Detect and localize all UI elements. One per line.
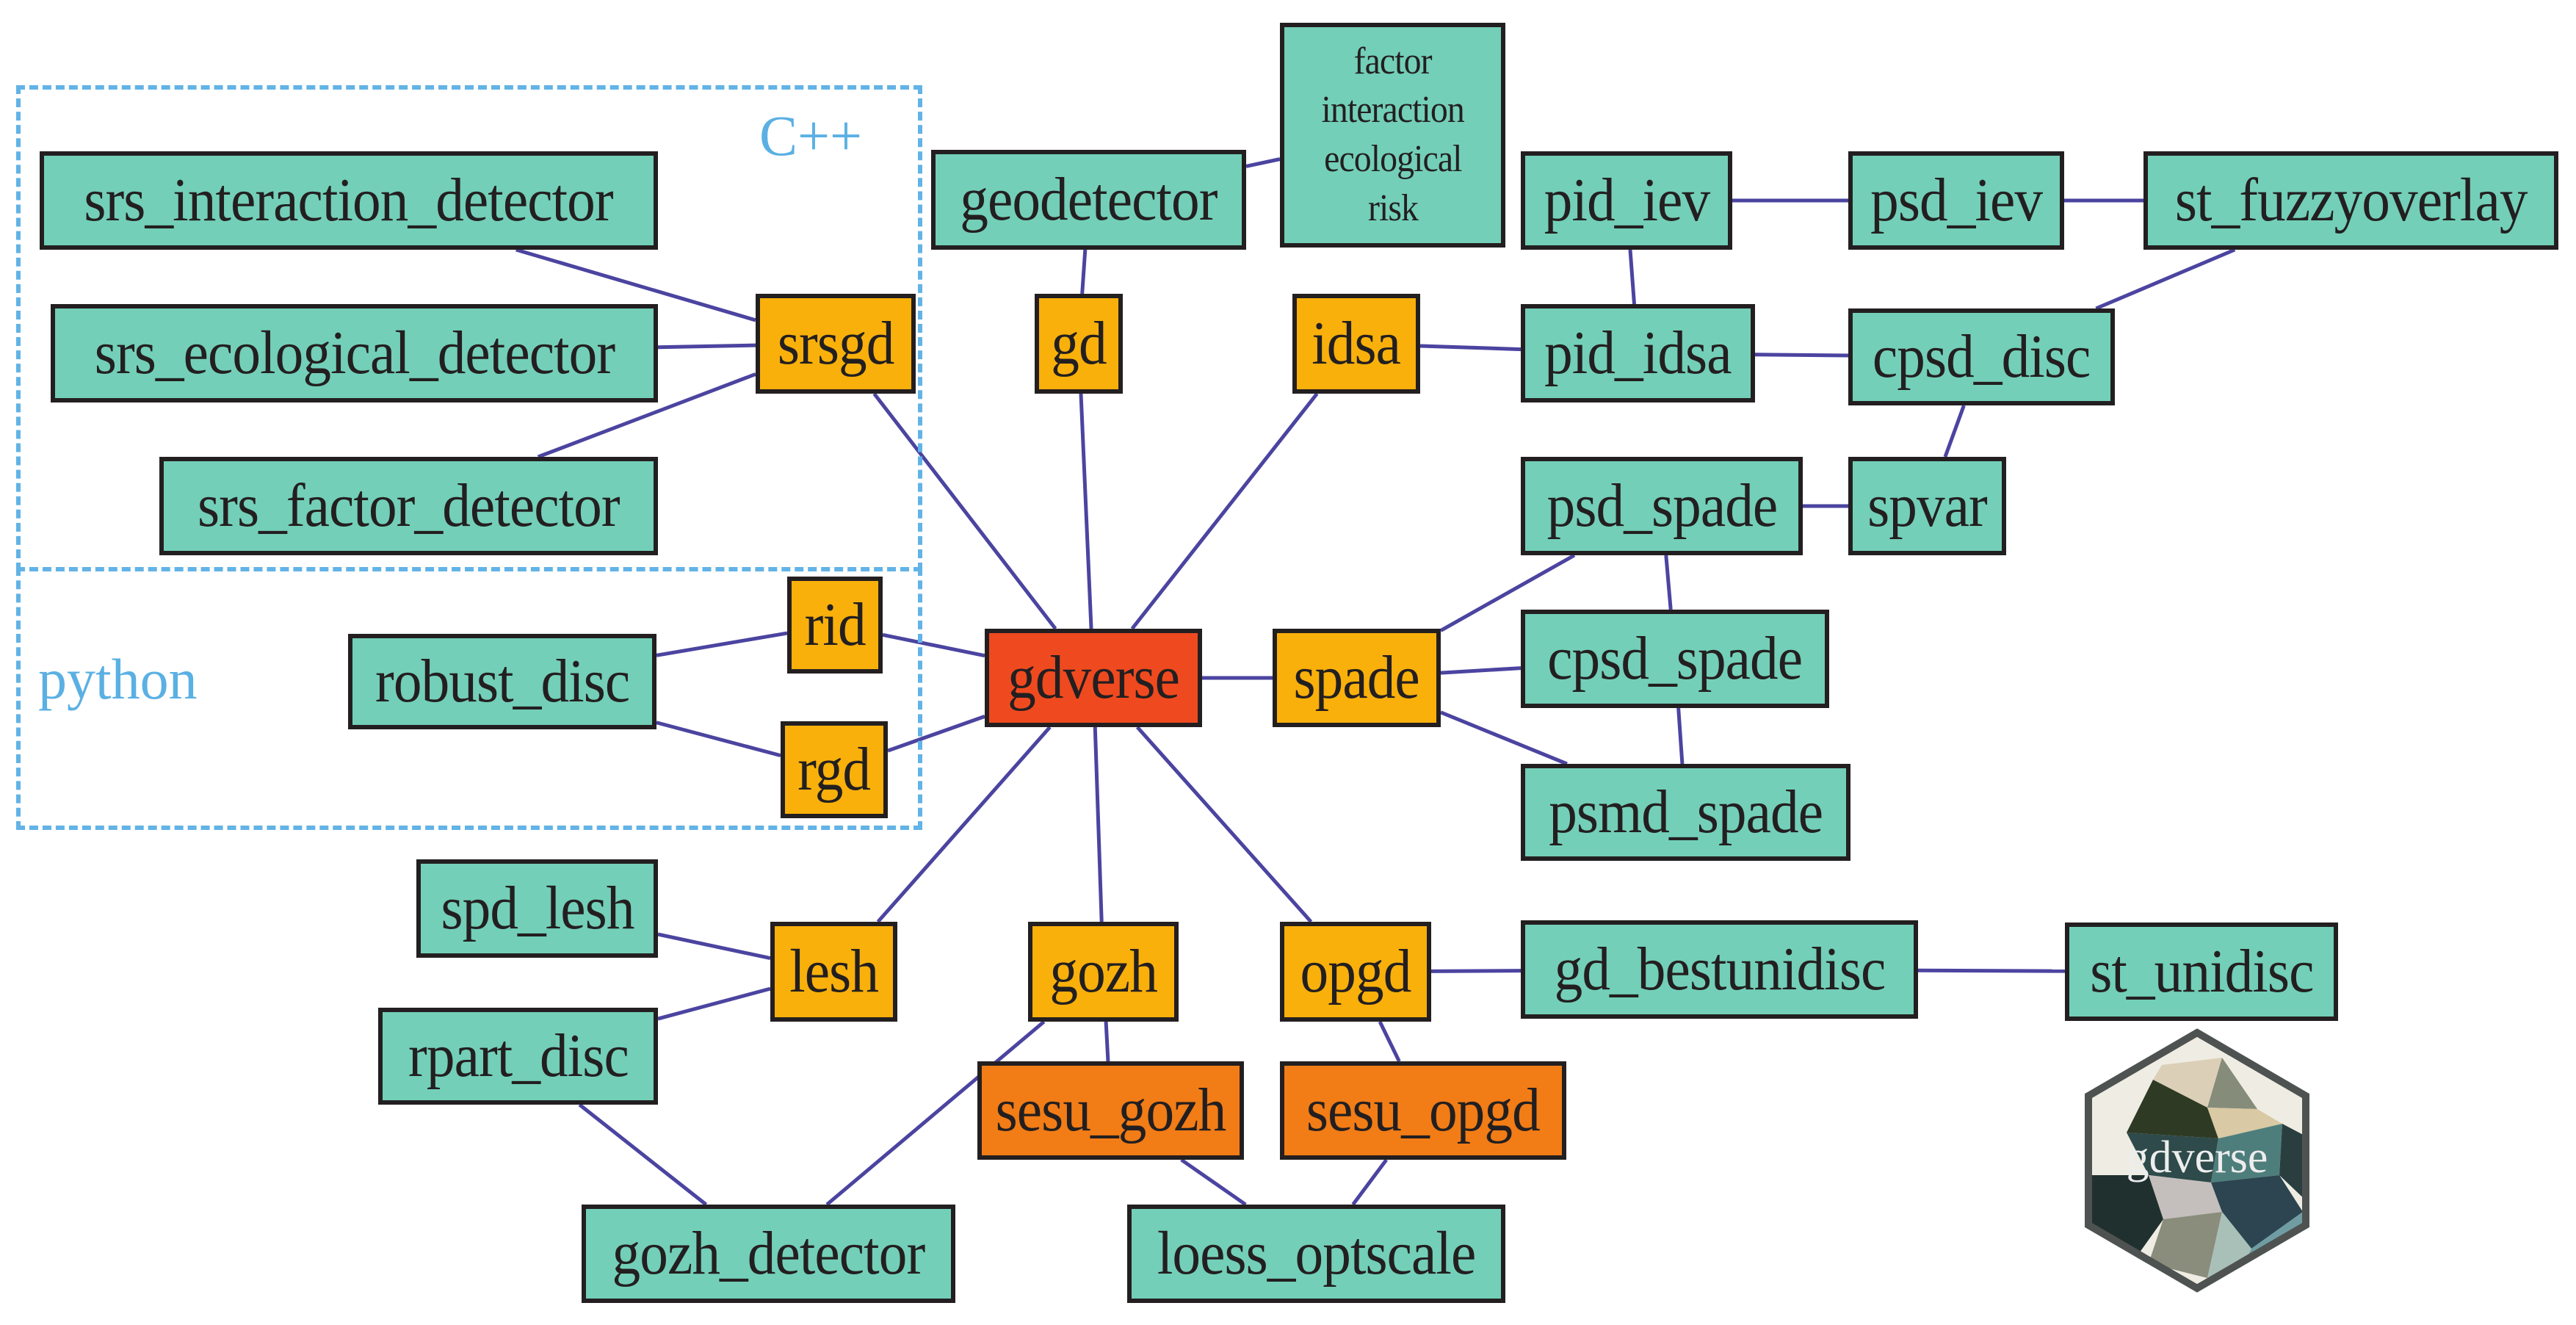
node-pid-iev: pid_iev bbox=[1521, 151, 1732, 250]
node-srs-factor-detector: srs_factor_detector bbox=[159, 457, 658, 555]
edge-gd-gdverse bbox=[1079, 393, 1093, 629]
node-robust-disc: robust_disc bbox=[348, 634, 656, 729]
edge-cpsd_spade-psmd_spade bbox=[1676, 707, 1685, 765]
node-spade: spade bbox=[1273, 629, 1441, 727]
node-label: opgd bbox=[1300, 937, 1412, 1006]
node-label: st_fuzzyoverlay bbox=[2174, 166, 2528, 234]
node-label: psd_spade bbox=[1546, 472, 1778, 540]
node-label: lesh bbox=[789, 937, 879, 1006]
logo-text: gdverse bbox=[2127, 1133, 2268, 1183]
node-label: pid_idsa bbox=[1544, 319, 1732, 387]
node-label: st_unidisc bbox=[2089, 937, 2314, 1006]
node-st-unidisc: st_unidisc bbox=[2065, 923, 2338, 1021]
node-factor-interaction-ecological-risk: factor interaction ecological risk bbox=[1280, 23, 1505, 248]
node-label: psd_iev bbox=[1870, 166, 2043, 234]
node-label: sesu_opgd bbox=[1306, 1076, 1541, 1144]
node-label: gd_bestunidisc bbox=[1554, 935, 1886, 1003]
node-cpsd-disc: cpsd_disc bbox=[1848, 308, 2115, 405]
edge-cpsd_disc-st_fuzzyoverlay bbox=[2095, 248, 2236, 311]
edge-sesu_opgd-loess_optscale bbox=[1351, 1158, 1389, 1206]
node-rid: rid bbox=[787, 577, 883, 674]
node-label-line: risk bbox=[1367, 187, 1418, 229]
node-label: cpsd_spade bbox=[1547, 624, 1803, 693]
node-srs-interaction-detector: srs_interaction_detector bbox=[40, 151, 658, 250]
node-label: srs_ecological_detector bbox=[94, 319, 615, 387]
node-rgd: rgd bbox=[781, 721, 888, 818]
node-label: sesu_gozh bbox=[995, 1076, 1227, 1144]
edge-spade-cpsd_spade bbox=[1440, 666, 1522, 675]
diagram-canvas: C++ python srs_interaction_detector srs_… bbox=[0, 0, 2576, 1325]
node-psd-spade: psd_spade bbox=[1521, 457, 1803, 555]
node-sesu-opgd: sesu_opgd bbox=[1280, 1061, 1566, 1160]
edge-opgd-gd_bestunidisc bbox=[1430, 969, 1522, 973]
node-label: gozh bbox=[1049, 937, 1157, 1006]
node-spd-lesh: spd_lesh bbox=[416, 859, 658, 958]
node-gdverse: gdverse bbox=[985, 629, 1202, 727]
node-gd: gd bbox=[1035, 294, 1123, 394]
node-label: idsa bbox=[1311, 309, 1402, 378]
node-label: cpsd_disc bbox=[1873, 322, 2091, 391]
node-lesh: lesh bbox=[770, 922, 897, 1022]
node-psmd-spade: psmd_spade bbox=[1521, 764, 1850, 861]
edge-sesu_gozh-loess_optscale bbox=[1180, 1158, 1247, 1207]
node-label: gozh_detector bbox=[612, 1219, 926, 1288]
node-label: srsgd bbox=[777, 309, 894, 378]
node-pid-idsa: pid_idsa bbox=[1521, 304, 1755, 402]
node-label-line: interaction bbox=[1321, 89, 1464, 131]
edge-idsa-pid_idsa bbox=[1419, 344, 1522, 352]
node-label: srs_interaction_detector bbox=[84, 166, 614, 234]
node-psd-iev: psd_iev bbox=[1848, 151, 2064, 250]
node-opgd: opgd bbox=[1280, 922, 1431, 1022]
hexagon-logo-icon: gdverse bbox=[2085, 1028, 2309, 1293]
node-label: rgd bbox=[797, 735, 872, 804]
node-label: psmd_spade bbox=[1549, 778, 1823, 846]
edge-gdverse-gozh bbox=[1093, 726, 1104, 923]
node-rpart-disc: rpart_disc bbox=[378, 1008, 658, 1105]
edge-spd_lesh-lesh bbox=[657, 932, 771, 961]
edge-geodetector-factor_box bbox=[1245, 157, 1281, 168]
node-label: rid bbox=[804, 591, 866, 659]
edge-idsa-gdverse bbox=[1130, 392, 1319, 630]
group-label-cpp: C++ bbox=[759, 104, 863, 167]
node-label: rpart_disc bbox=[408, 1022, 629, 1090]
node-label: geodetector bbox=[960, 165, 1218, 234]
edge-rpart_disc-gozh_detector bbox=[578, 1103, 708, 1206]
node-srsgd: srsgd bbox=[756, 294, 916, 394]
edge-opgd-sesu_opgd bbox=[1378, 1020, 1401, 1063]
node-label: gdverse bbox=[1007, 643, 1180, 712]
edge-pid_iev-pid_idsa bbox=[1628, 249, 1637, 305]
node-label: robust_disc bbox=[375, 647, 630, 715]
node-label: spd_lesh bbox=[440, 874, 634, 942]
group-label-python: python bbox=[38, 647, 198, 711]
node-label-line: factor bbox=[1353, 40, 1432, 82]
edge-cpsd_disc-spvar bbox=[1943, 405, 1966, 458]
edge-gdverse-opgd bbox=[1135, 726, 1313, 923]
node-label-line: ecological bbox=[1323, 138, 1462, 180]
node-spvar: spvar bbox=[1848, 457, 2006, 555]
node-idsa: idsa bbox=[1292, 294, 1420, 394]
node-gd-bestunidisc: gd_bestunidisc bbox=[1521, 920, 1918, 1019]
edge-gozh-sesu_gozh bbox=[1104, 1021, 1110, 1062]
edge-gd_bestunidisc-st_unidisc bbox=[1917, 968, 2066, 973]
node-cpsd-spade: cpsd_spade bbox=[1521, 610, 1829, 708]
edge-spade-psmd_spade bbox=[1440, 710, 1568, 766]
node-label: pid_iev bbox=[1544, 166, 1710, 234]
node-gozh: gozh bbox=[1028, 922, 1179, 1022]
node-label: loess_optscale bbox=[1157, 1219, 1476, 1288]
node-sesu-gozh: sesu_gozh bbox=[977, 1061, 1244, 1160]
node-loess-optscale: loess_optscale bbox=[1127, 1205, 1505, 1303]
edge-geodetector-gd bbox=[1080, 249, 1088, 295]
node-st-fuzzyoverlay: st_fuzzyoverlay bbox=[2143, 151, 2558, 250]
node-label: spade bbox=[1293, 643, 1420, 712]
node-srs-ecological-detector: srs_ecological_detector bbox=[51, 304, 658, 402]
node-label: srs_factor_detector bbox=[198, 472, 621, 540]
edge-rpart_disc-lesh bbox=[657, 986, 771, 1021]
edge-psd_spade-cpsd_spade bbox=[1664, 555, 1673, 610]
node-label: spvar bbox=[1867, 472, 1988, 540]
node-geodetector: geodetector bbox=[931, 150, 1246, 250]
node-label: gd bbox=[1051, 309, 1107, 378]
node-gozh-detector: gozh_detector bbox=[582, 1205, 955, 1303]
